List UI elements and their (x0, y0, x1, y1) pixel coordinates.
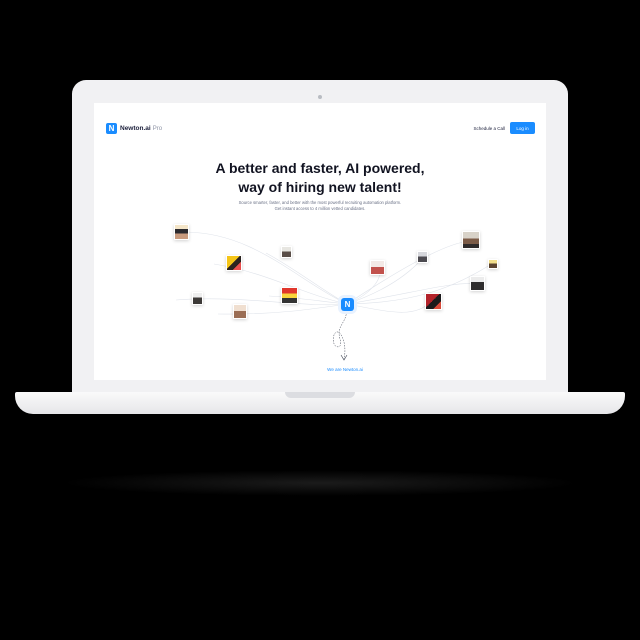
candidate-avatar (281, 246, 292, 258)
candidate-avatar (462, 231, 480, 249)
candidate-avatar (417, 251, 428, 263)
laptop-reflection (60, 470, 580, 496)
candidate-avatar (488, 259, 498, 269)
candidate-avatar (192, 292, 203, 305)
base-notch (285, 392, 355, 398)
connector-line (185, 231, 348, 305)
connector-line (346, 300, 433, 313)
candidate-avatar (370, 260, 385, 275)
candidate-avatar (425, 293, 442, 310)
candidate-avatar (174, 224, 189, 240)
candidate-avatar (470, 276, 485, 291)
laptop-screen: N Newton.ai Pro Schedule a Call Log in A… (94, 103, 546, 380)
candidate-avatar (226, 255, 242, 271)
we-are-newton-link[interactable]: We are Newton.ai (300, 367, 390, 372)
connector-line (346, 283, 478, 305)
newton-hub-icon: N (341, 298, 354, 311)
laptop-lid: N Newton.ai Pro Schedule a Call Log in A… (72, 80, 568, 392)
arrow-down-icon (340, 354, 348, 361)
camera-dot (318, 95, 322, 99)
candidate-avatar (281, 287, 298, 304)
connector-line (346, 240, 471, 305)
scroll-swirl-line (333, 308, 348, 360)
laptop-base (15, 392, 625, 414)
candidate-avatar (233, 304, 247, 319)
